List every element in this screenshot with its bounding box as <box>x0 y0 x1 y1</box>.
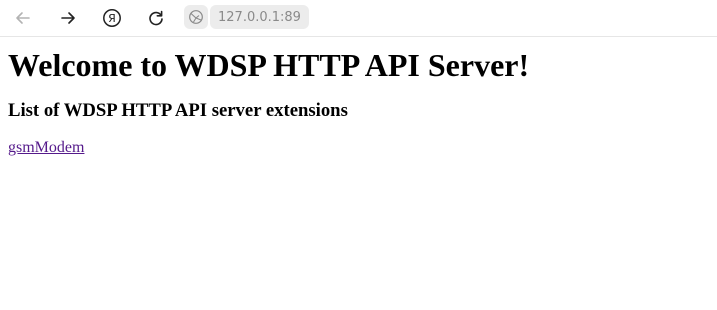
back-arrow-icon <box>16 12 30 24</box>
browser-toolbar: Я 127.0.0.1:89 <box>0 0 717 37</box>
extension-link-gsmmodem[interactable]: gsmModem <box>8 138 84 157</box>
address-bar[interactable]: 127.0.0.1:89 <box>184 5 309 29</box>
site-info-button[interactable] <box>184 5 208 29</box>
address-url[interactable]: 127.0.0.1:89 <box>210 5 309 29</box>
reload-button[interactable] <box>143 5 169 31</box>
svg-text:Я: Я <box>108 12 116 25</box>
yandex-button[interactable]: Я <box>99 5 125 31</box>
back-button[interactable] <box>10 5 36 31</box>
reload-icon <box>149 10 163 26</box>
yandex-logo-icon: Я <box>103 9 121 27</box>
page-heading: Welcome to WDSP HTTP API Server! <box>8 47 530 83</box>
globe-icon <box>189 10 203 24</box>
forward-arrow-icon <box>61 12 75 24</box>
page-content: Welcome to WDSP HTTP API Server! List of… <box>8 37 708 157</box>
forward-button[interactable] <box>55 5 81 31</box>
extensions-subheading: List of WDSP HTTP API server extensions <box>8 100 348 121</box>
